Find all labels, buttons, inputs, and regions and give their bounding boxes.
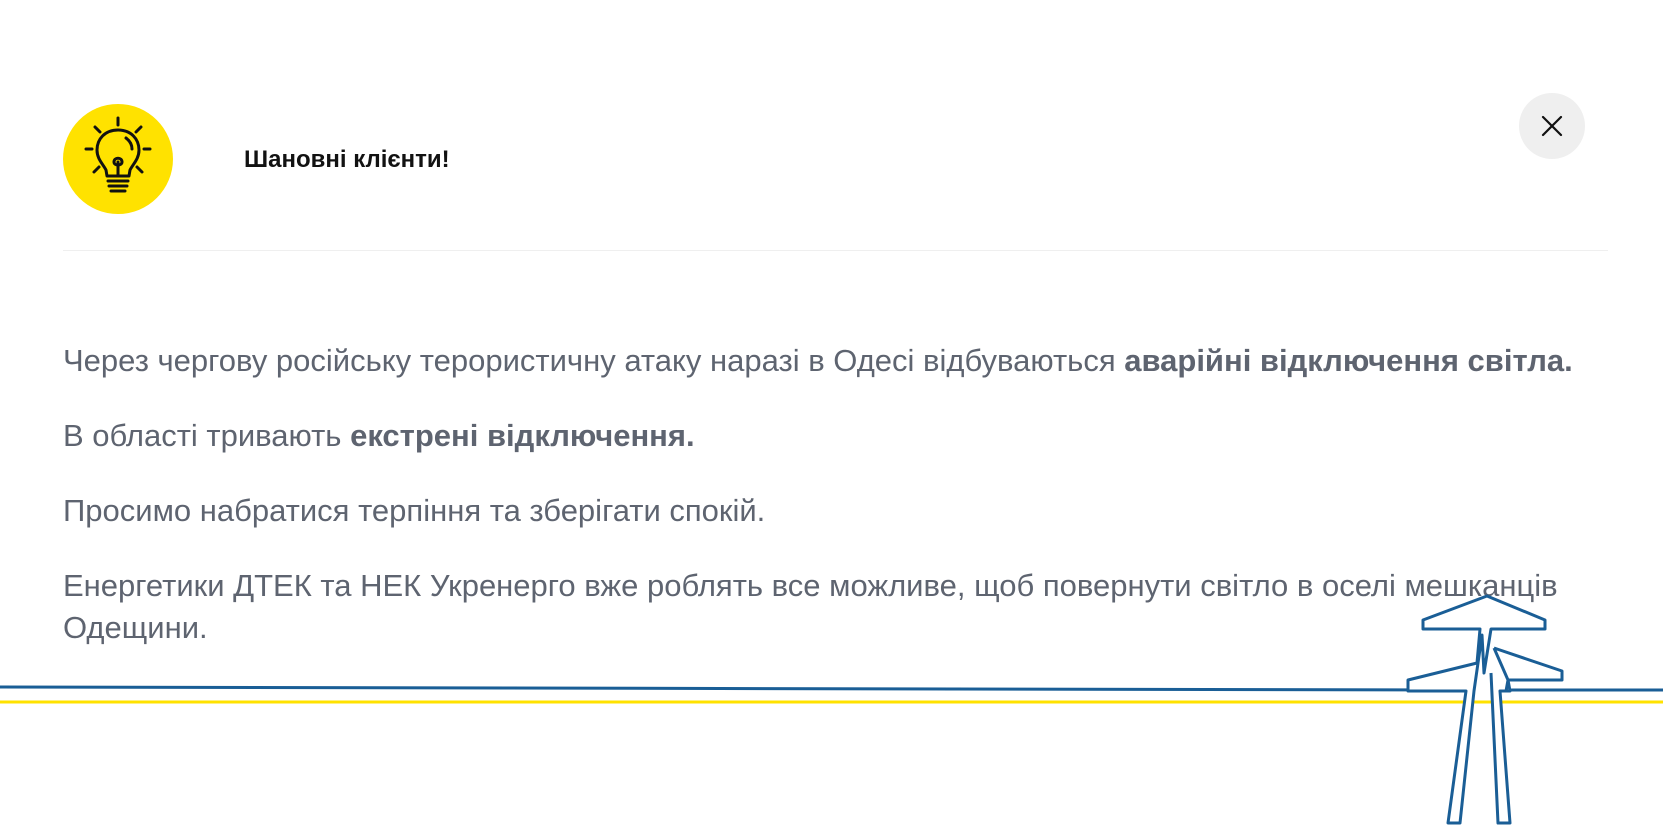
paragraph-region: В області тривають екстрені відключення. xyxy=(63,415,1583,457)
close-button[interactable] xyxy=(1519,93,1585,159)
modal-title: Шановні клієнти! xyxy=(244,146,450,173)
paragraph-outage: Через чергову російську терористичну ата… xyxy=(63,340,1583,382)
blue-line xyxy=(0,685,1461,692)
modal-header: Шановні клієнти! xyxy=(63,104,1608,251)
power-line-decoration xyxy=(0,594,1663,825)
paragraph-region-emphasis: екстрені відключення. xyxy=(350,418,695,453)
paragraph-patience: Просимо набратися терпіння та зберігати … xyxy=(63,493,766,528)
notice-modal: Шановні клієнти! Через чергову російську… xyxy=(0,0,1663,834)
close-icon xyxy=(1541,115,1563,137)
lightbulb-icon xyxy=(84,116,152,193)
paragraph-region-text: В області тривають xyxy=(63,418,351,453)
lightbulb-badge xyxy=(63,104,173,214)
power-tower-icon xyxy=(1406,594,1564,825)
paragraph-outage-emphasis: аварійні відключення світла. xyxy=(1124,343,1573,378)
paragraph-outage-text: Через чергову російську терористичну ата… xyxy=(63,343,1125,378)
